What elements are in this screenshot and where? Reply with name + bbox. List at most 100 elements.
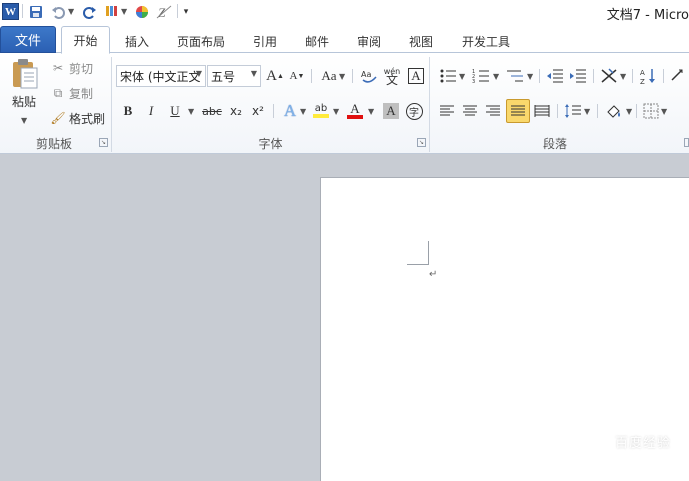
scissors-icon: ✂ [52, 61, 64, 75]
format-dropdown-icon[interactable]: ▼ [121, 7, 127, 16]
align-center-button[interactable] [459, 100, 481, 122]
paragraph-launcher-icon[interactable] [684, 138, 689, 147]
font-color-bar [347, 115, 363, 119]
decrease-indent-button[interactable] [544, 65, 566, 87]
redo-icon[interactable] [81, 3, 98, 20]
ribbon-tabs: 文件 开始 插入 页面布局 引用 邮件 审阅 视图 开发工具 [0, 24, 689, 54]
word-app-icon[interactable]: W [2, 3, 19, 20]
format-painter-icon[interactable] [103, 3, 120, 20]
font-name-select[interactable]: 宋体 (中文正文 ▼ [116, 65, 206, 87]
shading-button[interactable] [603, 100, 625, 122]
show-marks-button[interactable] [670, 65, 689, 87]
tab-view[interactable]: 视图 [402, 30, 440, 52]
text-effects-dropdown-icon[interactable]: ▼ [300, 107, 306, 116]
svg-text:Aa: Aa [361, 70, 371, 79]
text-effects-button[interactable]: A [279, 100, 301, 122]
save-icon[interactable] [27, 3, 44, 20]
tab-home[interactable]: 开始 [61, 26, 110, 54]
increase-indent-button[interactable] [567, 65, 589, 87]
highlight-button[interactable]: ab [310, 100, 332, 122]
change-case-icon: Aa [321, 68, 337, 83]
subscript-button[interactable]: x₂ [225, 100, 247, 122]
align-right-button[interactable] [482, 100, 504, 122]
document-page[interactable]: ↵ 百度经验 [320, 177, 689, 481]
bold-button[interactable]: B [117, 100, 139, 122]
clear-formatting-button[interactable]: Aa [358, 65, 380, 87]
format-painter-button[interactable]: 🖌 格式刷 [50, 108, 105, 128]
clear-format-icon[interactable]: Z [155, 3, 172, 20]
paste-icon[interactable] [6, 57, 42, 91]
line-spacing-button[interactable] [562, 100, 584, 122]
window-title: 文档7 - Micro [606, 8, 689, 23]
borders-dropdown-icon[interactable]: ▼ [661, 107, 667, 116]
brush-icon: 🖌 [50, 111, 66, 125]
character-shading-icon: A [383, 103, 399, 119]
paragraph-mark-icon: ↵ [429, 269, 438, 280]
character-shading-button[interactable]: A [380, 100, 402, 122]
font-color-dropdown-icon[interactable]: ▼ [368, 107, 374, 116]
bullets-button[interactable] [437, 65, 459, 87]
tab-references[interactable]: 引用 [246, 30, 284, 52]
tab-developer[interactable]: 开发工具 [455, 30, 517, 52]
color-wheel-icon[interactable] [133, 3, 150, 20]
highlight-dropdown-icon[interactable]: ▼ [333, 107, 339, 116]
multilevel-dropdown-icon[interactable]: ▼ [527, 72, 533, 81]
phonetic-guide-button[interactable]: wén 文 [381, 65, 403, 87]
cut-button[interactable]: ✂ 剪切 [50, 58, 93, 78]
line-spacing-dropdown-icon[interactable]: ▼ [584, 107, 590, 116]
tab-mailings[interactable]: 邮件 [298, 30, 336, 52]
sort-button[interactable]: AZ [638, 65, 660, 87]
change-case-dropdown-icon[interactable]: ▼ [339, 72, 345, 81]
highlight-color-bar [313, 114, 329, 118]
chinese-layout-button[interactable] [598, 65, 620, 87]
separator [557, 104, 558, 118]
document-workspace: ↵ 百度经验 [0, 154, 689, 481]
chevron-down-icon: ▼ [195, 69, 202, 78]
separator [352, 69, 353, 83]
underline-dropdown-icon[interactable]: ▼ [188, 107, 194, 116]
font-color-button[interactable]: A [344, 100, 366, 122]
paste-dropdown-icon[interactable]: ▼ [21, 116, 27, 125]
shrink-font-button[interactable]: A ▼ [286, 65, 308, 87]
numbering-dropdown-icon[interactable]: ▼ [493, 72, 499, 81]
watermark: 百度经验 [614, 436, 671, 451]
align-left-button[interactable] [436, 100, 458, 122]
tab-insert[interactable]: 插入 [116, 30, 158, 52]
svg-text:3: 3 [472, 79, 475, 84]
undo-dropdown-icon[interactable]: ▼ [68, 7, 74, 16]
shrink-font-icon: A [289, 70, 298, 82]
svg-text:A: A [640, 69, 645, 77]
bullets-dropdown-icon[interactable]: ▼ [459, 72, 465, 81]
clipboard-launcher-icon[interactable]: ↘ [99, 138, 108, 147]
numbering-button[interactable]: 123 [470, 65, 492, 87]
borders-button[interactable] [640, 100, 662, 122]
font-launcher-icon[interactable]: ↘ [417, 138, 426, 147]
separator [632, 69, 633, 83]
tab-review[interactable]: 审阅 [350, 30, 388, 52]
strikethrough-button[interactable]: abc [199, 100, 225, 122]
copy-button[interactable]: ⧉ 复制 [50, 83, 93, 103]
undo-icon[interactable] [49, 3, 66, 20]
font-size-select[interactable]: 五号 ▼ [207, 65, 261, 87]
separator [22, 4, 23, 18]
character-border-button[interactable]: A [405, 65, 427, 87]
paste-button[interactable]: 粘贴 [6, 93, 42, 109]
multilevel-list-button[interactable] [504, 65, 526, 87]
enclose-characters-button[interactable]: 字 [403, 100, 425, 122]
distributed-button[interactable] [531, 100, 553, 122]
svg-text:Z: Z [640, 78, 645, 85]
separator [663, 69, 664, 83]
tab-file[interactable]: 文件 [0, 26, 56, 53]
ribbon: 粘贴 ▼ ✂ 剪切 ⧉ 复制 🖌 格式刷 剪贴板 ↘ 宋体 (中文正文 ▼ 五号 ▼ A ▲… [0, 53, 689, 154]
superscript-button[interactable]: x² [247, 100, 269, 122]
customize-icon[interactable]: ▾ [181, 3, 191, 20]
cut-label: 剪切 [69, 61, 94, 76]
italic-button[interactable]: I [140, 100, 162, 122]
underline-button[interactable]: U [164, 100, 186, 122]
highlight-icon: ab [314, 103, 328, 114]
shading-dropdown-icon[interactable]: ▼ [626, 107, 632, 116]
tab-page-layout[interactable]: 页面布局 [170, 30, 232, 52]
chinese-layout-dropdown-icon[interactable]: ▼ [620, 72, 626, 81]
grow-font-button[interactable]: A ▲ [264, 65, 286, 87]
justify-button[interactable] [506, 99, 530, 123]
